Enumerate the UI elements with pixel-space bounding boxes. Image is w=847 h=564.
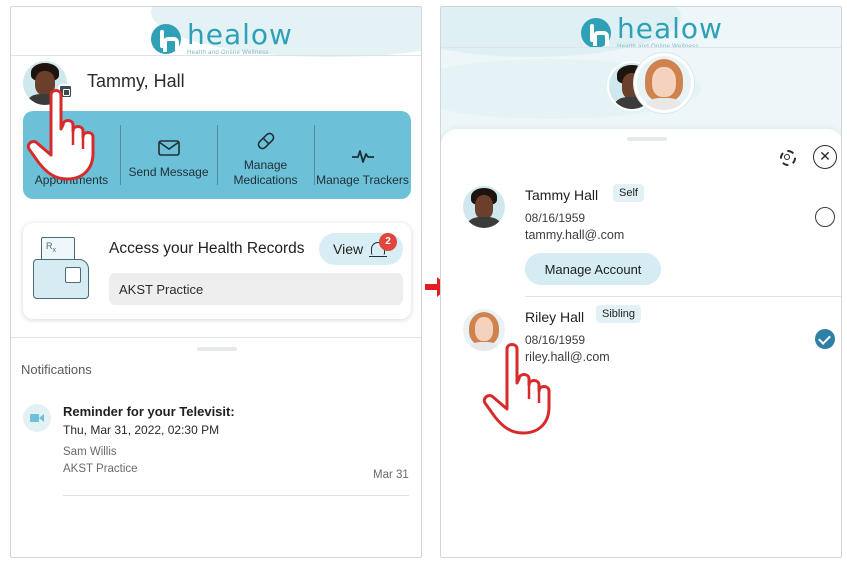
- video-camera-icon: [23, 404, 51, 432]
- account-name: Riley Hall: [525, 309, 585, 325]
- view-records-button[interactable]: View 2: [319, 233, 403, 265]
- send-message-label: Send Message: [128, 164, 209, 179]
- header-divider: [11, 55, 421, 56]
- healow-logo: healow Health and Online Wellness: [581, 15, 723, 50]
- account-divider: [525, 296, 841, 297]
- account-switcher-screen: healow Health and Online Wellness ✕ Tamm…: [440, 6, 842, 558]
- header-divider: [441, 47, 841, 48]
- notification-date: Mar 31: [373, 469, 409, 481]
- home-screen: healow Health and Online Wellness Tammy,…: [10, 6, 422, 558]
- drag-handle[interactable]: [197, 347, 237, 351]
- manage-account-button[interactable]: Manage Account: [525, 253, 661, 285]
- practice-selector[interactable]: AKST Practice: [109, 273, 403, 305]
- notification-heading[interactable]: Reminder for your Televisit:: [63, 404, 235, 419]
- gear-icon[interactable]: [777, 147, 797, 167]
- notifications-title: Notifications: [21, 362, 92, 377]
- manage-medications-label: Manage Medications: [233, 158, 298, 187]
- notification-provider: Sam Willis: [63, 446, 117, 458]
- healow-logo: healow Health and Online Wellness: [151, 21, 293, 56]
- account-name: Tammy Hall: [525, 187, 599, 203]
- active-avatar: [634, 53, 694, 113]
- envelope-icon: [157, 137, 181, 159]
- notification-time: Thu, Mar 31, 2022, 02:30 PM: [63, 423, 220, 437]
- sheet-drag-handle[interactable]: [627, 137, 667, 141]
- manage-trackers-label: Manage Trackers: [316, 172, 409, 187]
- send-message-button[interactable]: Send Message: [120, 111, 217, 199]
- relation-badge: Sibling: [596, 305, 642, 323]
- account-email: tammy.hall@.com: [525, 228, 625, 242]
- relation-badge: Self: [613, 184, 644, 202]
- section-divider: [11, 337, 421, 338]
- notification-practice: AKST Practice: [63, 463, 138, 475]
- logo-wordmark: healow: [617, 12, 723, 45]
- user-name: Tammy, Hall: [87, 71, 185, 91]
- health-records-card[interactable]: Rx Access your Health Records View 2 AKS…: [23, 223, 411, 319]
- manage-medications-button[interactable]: Manage Medications: [217, 111, 314, 199]
- heartbeat-icon: [351, 145, 375, 167]
- account-avatar: [463, 186, 505, 228]
- healow-logo-mark-icon: [151, 23, 181, 54]
- pointing-hand-icon: [482, 343, 551, 435]
- close-icon[interactable]: ✕: [813, 145, 837, 169]
- view-label: View: [333, 241, 364, 257]
- records-folder-icon: Rx: [33, 237, 95, 299]
- pointing-hand-icon: [26, 89, 95, 181]
- account-list-sheet: ✕ Tammy Hall Self 08/16/1959 tammy.hall@…: [441, 129, 841, 557]
- pill-icon: [254, 130, 278, 152]
- healow-logo-mark-icon: [581, 17, 611, 48]
- notification-divider: [63, 495, 409, 496]
- manage-trackers-button[interactable]: Manage Trackers: [314, 111, 411, 199]
- account-dob: 08/16/1959: [525, 211, 586, 225]
- notification-count-badge: 2: [379, 233, 397, 251]
- logo-wordmark: healow: [187, 18, 293, 51]
- records-title: Access your Health Records: [109, 240, 305, 257]
- select-radio-checked[interactable]: [815, 329, 835, 349]
- select-radio-unchecked[interactable]: [815, 207, 835, 227]
